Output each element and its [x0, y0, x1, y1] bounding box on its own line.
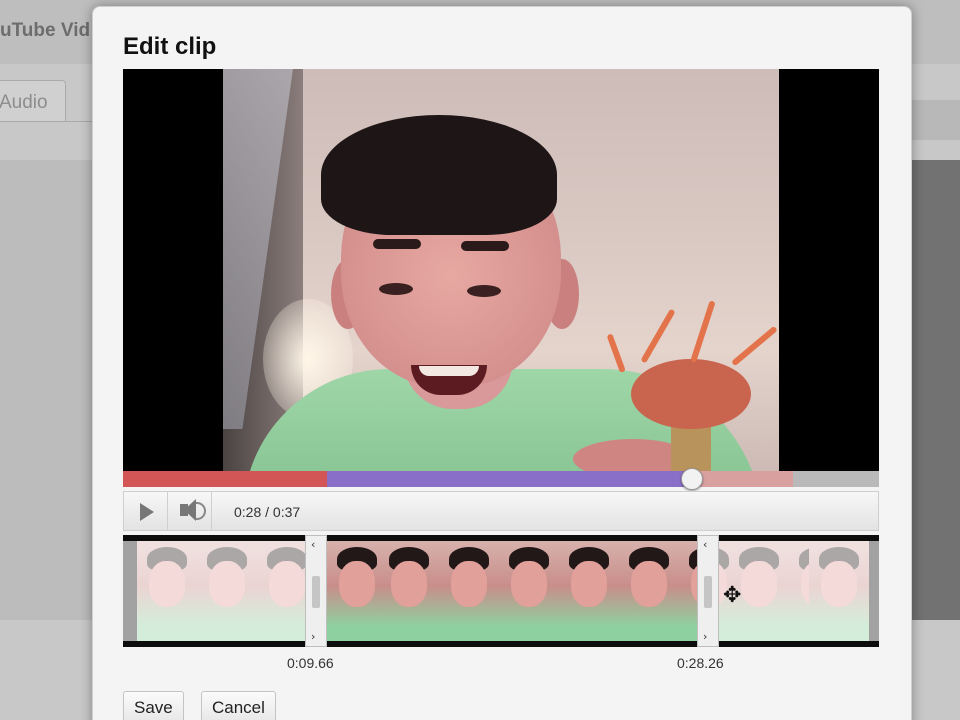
- scene-deer-head: [631, 359, 751, 429]
- progress-bar[interactable]: [123, 468, 879, 490]
- grip-icon: [704, 576, 712, 608]
- filmstrip-thumb: [559, 541, 619, 641]
- filmstrip-thumb: [327, 541, 387, 641]
- scene-eye-left: [379, 283, 413, 295]
- progress-clip-range: [327, 471, 693, 487]
- chevron-right-icon: ›: [703, 630, 708, 643]
- filmstrip-thumb: [439, 541, 499, 641]
- player-controls: 0:28 / 0:37: [123, 491, 879, 531]
- play-icon: [140, 503, 154, 521]
- scene-brow-right: [461, 241, 509, 251]
- scene-teeth: [419, 366, 479, 376]
- filmstrip-thumb: [619, 541, 679, 641]
- scene-antler-3: [731, 325, 778, 367]
- clip-start-handle[interactable]: ‹ ›: [305, 535, 327, 647]
- edit-clip-dialog: Edit clip 0:28 / 0:37 ‹ › ‹ › ✥ 0:09.66 …: [92, 6, 912, 720]
- scene-hair: [321, 115, 557, 235]
- time-display: 0:28 / 0:37: [234, 504, 301, 520]
- dialog-title: Edit clip: [123, 33, 217, 60]
- scene-antler-4: [606, 333, 626, 374]
- volume-button[interactable]: [168, 492, 212, 530]
- video-frame: [223, 69, 779, 471]
- move-cursor-icon: ✥: [723, 583, 742, 608]
- scene-eye-right: [467, 285, 501, 297]
- scene-antler-2: [690, 300, 716, 363]
- scene-brow-left: [373, 239, 421, 249]
- clip-end-time: 0:28.26: [677, 655, 724, 671]
- clip-start-time: 0:09.66: [287, 655, 334, 671]
- video-player[interactable]: [123, 69, 879, 471]
- chevron-right-icon: ›: [311, 630, 316, 643]
- cancel-button[interactable]: Cancel: [201, 691, 276, 720]
- filmstrip-thumb: [379, 541, 439, 641]
- progress-buffered: [693, 471, 793, 487]
- filmstrip-thumb: [499, 541, 559, 641]
- clip-filmstrip[interactable]: ‹ › ‹ › ✥: [123, 535, 879, 647]
- filmstrip-excluded-end: [719, 541, 879, 641]
- progress-scrubber-handle[interactable]: [681, 468, 703, 490]
- grip-icon: [312, 576, 320, 608]
- filmstrip-excluded-start: [123, 541, 305, 641]
- progress-before-clip: [123, 471, 327, 487]
- play-button[interactable]: [124, 492, 168, 530]
- save-button[interactable]: Save: [123, 691, 184, 720]
- clip-end-handle[interactable]: ‹ ›: [697, 535, 719, 647]
- chevron-left-icon: ‹: [311, 538, 316, 551]
- scene-antler-1: [640, 308, 676, 364]
- chevron-left-icon: ‹: [703, 538, 708, 551]
